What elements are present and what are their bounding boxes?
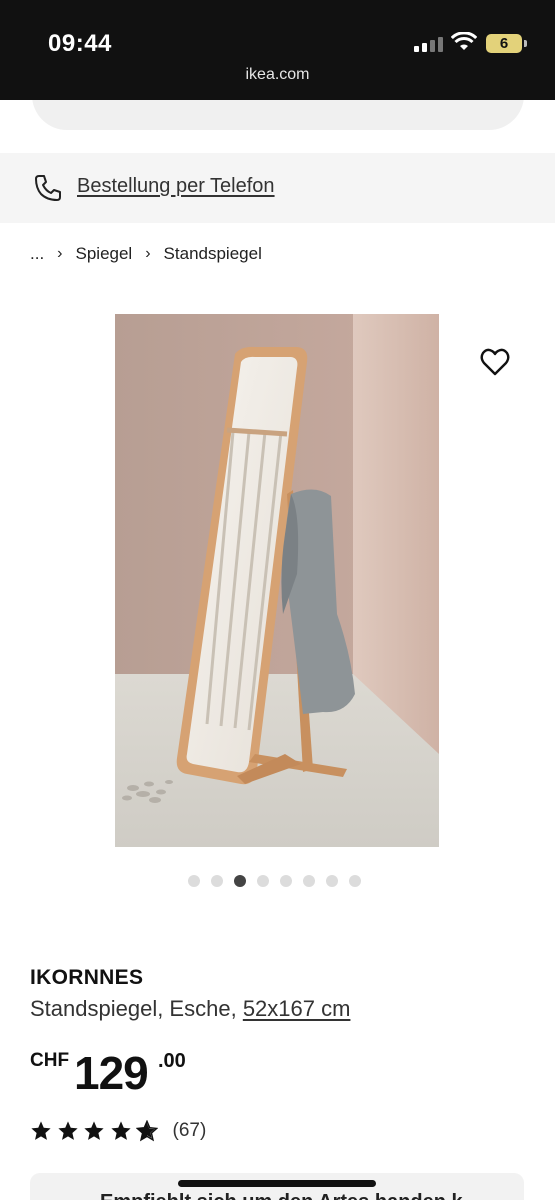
product-type: Standspiegel, Esche, (30, 996, 243, 1021)
url-label[interactable]: ikea.com (0, 66, 555, 84)
chevron-right-icon: › (145, 245, 151, 262)
home-indicator[interactable] (178, 1180, 376, 1187)
promo-text: Empfiehlt sich um den Artes handen k (100, 1191, 463, 1200)
carousel-dot-active[interactable] (234, 875, 246, 887)
carousel-dot[interactable] (280, 875, 292, 887)
product-description: Standspiegel, Esche, 52x167 cm (30, 996, 350, 1022)
product-dimensions-link[interactable]: 52x167 cm (243, 996, 351, 1021)
heart-icon[interactable] (480, 348, 510, 376)
breadcrumb-ellipsis[interactable]: ... (30, 244, 44, 264)
breadcrumb: ... › Spiegel › Standspiegel (30, 244, 262, 264)
wifi-icon (451, 32, 477, 50)
signal-icon (414, 36, 444, 52)
price-currency: CHF (30, 1050, 70, 1071)
breadcrumb-item-standspiegel[interactable]: Standspiegel (164, 244, 262, 264)
carousel-dot[interactable] (188, 875, 200, 887)
carousel-dot[interactable] (211, 875, 223, 887)
phone-icon (35, 175, 61, 201)
star-icon (84, 1121, 104, 1140)
phone-order-banner[interactable]: Bestellung per Telefon (0, 153, 555, 223)
status-bar: 09:44 6 ikea.com (0, 0, 555, 100)
star-half-icon (136, 1120, 158, 1142)
carousel-dot[interactable] (349, 875, 361, 887)
product-image[interactable] (115, 314, 439, 847)
carousel-dots (188, 875, 361, 887)
price-integer: 129 (74, 1047, 149, 1099)
chevron-right-icon: › (57, 245, 63, 262)
star-icon (31, 1121, 51, 1140)
star-icon (110, 1121, 131, 1140)
carousel-dot[interactable] (326, 875, 338, 887)
carousel-dot[interactable] (303, 875, 315, 887)
battery-icon: 6 (486, 34, 522, 53)
carousel-dot[interactable] (257, 875, 269, 887)
star-icon (57, 1121, 78, 1140)
price-decimal: .00 (158, 1050, 186, 1072)
product-rating[interactable]: (67) (30, 1120, 206, 1142)
phone-order-link[interactable]: Bestellung per Telefon (77, 175, 275, 198)
status-time: 09:44 (48, 30, 112, 57)
rating-count: (67) (172, 1120, 207, 1141)
breadcrumb-item-spiegel[interactable]: Spiegel (76, 244, 133, 264)
battery-tip (524, 40, 527, 47)
product-name: IKORNNES (30, 966, 144, 989)
